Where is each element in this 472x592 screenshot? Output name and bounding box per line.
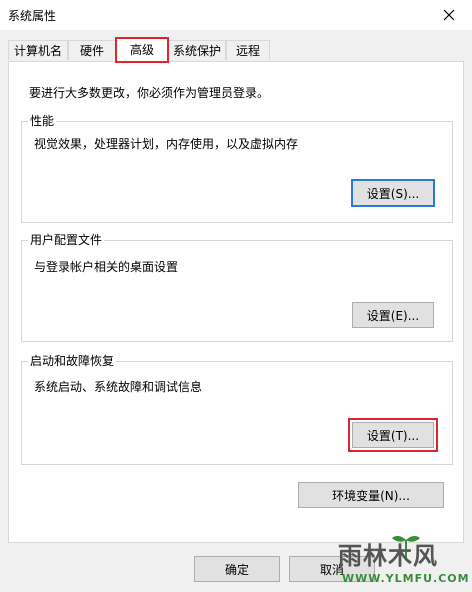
tab-remote[interactable]: 远程 (226, 40, 270, 60)
admin-notice: 要进行大多数更改，你必须作为管理员登录。 (29, 86, 270, 100)
startup-recovery-description: 系统启动、系统故障和调试信息 (34, 380, 203, 394)
system-properties-window: 系统属性 计算机名 硬件 高级 系统保护 远程 要进行大多数更改，你必须作为管理… (0, 0, 472, 592)
ok-button[interactable]: 确定 (194, 556, 280, 582)
watermark-text: 雨林木风 (338, 542, 438, 570)
tab-computer-name[interactable]: 计算机名 (8, 40, 68, 60)
performance-settings-button[interactable]: 设置(S)... (351, 179, 435, 207)
performance-group: 性能 视觉效果，处理器计划，内存使用，以及虚拟内存 设置(S)... (21, 113, 453, 223)
window-title: 系统属性 (8, 9, 57, 23)
environment-variables-button[interactable]: 环境变量(N)... (298, 482, 444, 508)
startup-recovery-settings-button[interactable]: 设置(T)... (348, 418, 438, 452)
performance-description: 视觉效果，处理器计划，内存使用，以及虚拟内存 (34, 137, 299, 151)
title-bar: 系统属性 (0, 0, 472, 30)
watermark-url: WWW.YLMFU.COM (342, 572, 470, 585)
user-profiles-group: 用户配置文件 与登录帐户相关的桌面设置 设置(E)... (21, 232, 453, 342)
user-profiles-description: 与登录帐户相关的桌面设置 (34, 260, 179, 274)
watermark: 雨林木风 WWW.YLMFU.COM (330, 532, 470, 590)
advanced-tab-panel: 要进行大多数更改，你必须作为管理员登录。 性能 视觉效果，处理器计划，内存使用，… (8, 61, 464, 543)
tab-hardware[interactable]: 硬件 (68, 40, 116, 60)
performance-group-title: 性能 (28, 113, 57, 129)
user-profiles-group-title: 用户配置文件 (28, 232, 105, 248)
tab-system-protection[interactable]: 系统保护 (168, 40, 226, 60)
close-button[interactable] (426, 0, 472, 30)
startup-recovery-group: 启动和故障恢复 系统启动、系统故障和调试信息 设置(T)... (21, 353, 453, 465)
close-icon (443, 9, 455, 21)
startup-recovery-group-title: 启动和故障恢复 (28, 353, 117, 369)
user-profiles-settings-button[interactable]: 设置(E)... (352, 302, 434, 328)
tab-advanced[interactable]: 高级 (115, 37, 169, 63)
